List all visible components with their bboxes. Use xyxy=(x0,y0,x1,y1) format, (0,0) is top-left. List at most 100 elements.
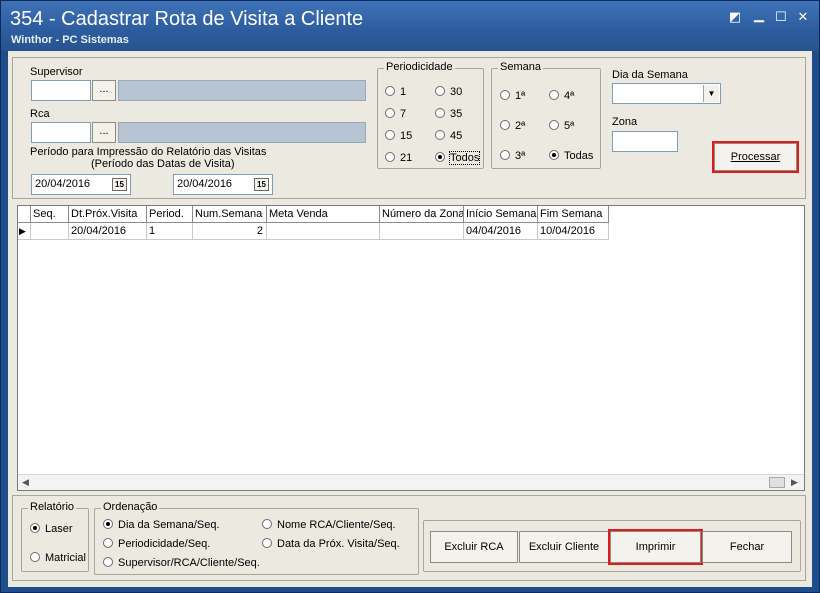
semana-option-todas[interactable]: Todas xyxy=(549,149,593,163)
col-fim-semana[interactable]: Fim Semana xyxy=(538,206,609,223)
radio-selected-icon xyxy=(435,152,445,162)
supervisor-code-input[interactable] xyxy=(31,80,91,101)
cell-num-semana[interactable]: 2 xyxy=(193,223,267,240)
app-window: 354 - Cadastrar Rota de Visita a Cliente… xyxy=(0,0,820,593)
semana-option-1[interactable]: 1ª xyxy=(500,89,525,103)
col-seq[interactable]: Seq. xyxy=(31,206,69,223)
scroll-left-icon[interactable]: ◀ xyxy=(22,477,29,488)
bottom-panel: Relatório Laser Matricial Ordenação Dia … xyxy=(12,495,806,581)
option-label: 5ª xyxy=(564,120,575,132)
calendar-start-icon[interactable]: 15 xyxy=(112,178,127,191)
periodicidade-option-30[interactable]: 30 xyxy=(435,85,462,99)
semana-title: Semana xyxy=(498,61,543,73)
ordenacao-option-dia-semana[interactable]: Dia da Semana/Seq. xyxy=(103,518,220,532)
row-indicator-header xyxy=(18,206,31,223)
cell-numero-zona[interactable] xyxy=(380,223,464,240)
semana-option-3[interactable]: 3ª xyxy=(500,149,525,163)
semana-option-2[interactable]: 2ª xyxy=(500,119,525,133)
ordenacao-option-supervisor[interactable]: Supervisor/RCA/Cliente/Seq. xyxy=(103,556,260,570)
cell-fim-semana[interactable]: 10/04/2016 xyxy=(538,223,609,240)
rca-code-input[interactable] xyxy=(31,122,91,143)
dia-semana-select[interactable]: ▼ xyxy=(612,83,721,104)
zona-input[interactable] xyxy=(612,131,678,152)
radio-icon xyxy=(262,538,272,548)
ordenacao-option-data-prox-visita[interactable]: Data da Próx. Visita/Seq. xyxy=(262,537,400,551)
supervisor-lookup-button[interactable]: ... xyxy=(92,80,116,101)
col-period[interactable]: Period. xyxy=(147,206,193,223)
semana-option-4[interactable]: 4ª xyxy=(549,89,574,103)
rca-name-field xyxy=(118,122,366,143)
cell-period[interactable]: 1 xyxy=(147,223,193,240)
col-dt-prox-visita[interactable]: Dt.Próx.Visita xyxy=(69,206,147,223)
col-numero-zona[interactable]: Número da Zona xyxy=(380,206,464,223)
title-bar[interactable]: 354 - Cadastrar Rota de Visita a Cliente… xyxy=(1,1,819,51)
periodicidade-option-7[interactable]: 7 xyxy=(385,107,406,121)
radio-icon xyxy=(385,152,395,162)
chevron-down-icon[interactable]: ▼ xyxy=(703,85,719,102)
supervisor-label: Supervisor xyxy=(30,66,83,78)
semana-option-5[interactable]: 5ª xyxy=(549,119,574,133)
cell-seq[interactable] xyxy=(31,223,69,240)
radio-icon xyxy=(549,90,559,100)
radio-icon xyxy=(385,86,395,96)
scroll-thumb[interactable] xyxy=(769,477,785,488)
col-meta-venda[interactable]: Meta Venda xyxy=(267,206,380,223)
excluir-rca-button[interactable]: Excluir RCA xyxy=(430,531,518,563)
option-label: Supervisor/RCA/Cliente/Seq. xyxy=(118,557,260,569)
option-label: 30 xyxy=(450,86,463,98)
radio-icon xyxy=(30,552,40,562)
relatorio-option-matricial[interactable]: Matricial xyxy=(30,551,86,565)
ordenacao-option-periodicidade[interactable]: Periodicidade/Seq. xyxy=(103,537,210,551)
dia-semana-label: Dia da Semana xyxy=(612,69,688,81)
periodicidade-option-45[interactable]: 45 xyxy=(435,129,462,143)
period-sublabel: (Período das Datas de Visita) xyxy=(91,158,235,170)
periodicidade-option-1[interactable]: 1 xyxy=(385,85,406,99)
cell-dt-prox-visita[interactable]: 20/04/2016 xyxy=(69,223,147,240)
radio-icon xyxy=(435,86,445,96)
excluir-cliente-button[interactable]: Excluir Cliente xyxy=(519,531,609,563)
relatorio-option-laser[interactable]: Laser xyxy=(30,522,73,536)
rca-lookup-button[interactable]: ... xyxy=(92,122,116,143)
cell-meta-venda[interactable] xyxy=(267,223,380,240)
radio-icon xyxy=(435,130,445,140)
row-pointer-icon: ▶ xyxy=(18,223,31,240)
close-icon[interactable]: ✕ xyxy=(795,9,811,25)
option-label: Periodicidade/Seq. xyxy=(118,538,211,550)
visits-grid[interactable]: Seq. Dt.Próx.Visita Period. Num.Semana M… xyxy=(17,205,805,491)
ordenacao-option-nome-rca[interactable]: Nome RCA/Cliente/Seq. xyxy=(262,518,396,532)
client-area: Supervisor ... Rca ... Período para Impr… xyxy=(8,51,812,587)
scroll-right-icon[interactable]: ▶ xyxy=(791,477,798,488)
option-label: Laser xyxy=(45,523,73,535)
option-label: 45 xyxy=(450,130,463,142)
periodicidade-option-35[interactable]: 35 xyxy=(435,107,462,121)
semana-group: Semana 1ª 4ª 2ª 5ª 3ª Todas xyxy=(491,61,601,169)
window-title: 354 - Cadastrar Rota de Visita a Cliente xyxy=(10,8,364,30)
radio-icon xyxy=(385,108,395,118)
col-num-semana[interactable]: Num.Semana xyxy=(193,206,267,223)
option-label: 1 xyxy=(400,86,407,98)
periodicidade-option-21[interactable]: 21 xyxy=(385,151,412,165)
radio-icon xyxy=(500,120,510,130)
option-label: Todos xyxy=(448,151,481,165)
period-label: Período para Impressão do Relatório das … xyxy=(30,146,267,158)
col-inicio-semana[interactable]: Início Semana xyxy=(464,206,538,223)
radio-icon xyxy=(385,130,395,140)
periodicidade-group: Periodicidade 1 30 7 35 15 45 21 Todos xyxy=(377,61,484,169)
periodicidade-option-15[interactable]: 15 xyxy=(385,129,412,143)
periodicidade-option-todos[interactable]: Todos xyxy=(435,151,481,165)
minimize-icon[interactable]: ▁ xyxy=(751,7,767,23)
zona-label: Zona xyxy=(612,116,638,128)
option-label: Nome RCA/Cliente/Seq. xyxy=(277,519,396,531)
option-label: 35 xyxy=(450,108,463,120)
calendar-end-icon[interactable]: 15 xyxy=(254,178,269,191)
ordenacao-title: Ordenação xyxy=(101,501,160,513)
cell-inicio-semana[interactable]: 04/04/2016 xyxy=(464,223,538,240)
fechar-button[interactable]: Fechar xyxy=(702,531,792,563)
imprimir-button[interactable]: Imprimir xyxy=(608,529,703,565)
horizontal-scrollbar[interactable]: ◀ ▶ xyxy=(18,474,804,490)
restore-layout-icon[interactable]: ◩ xyxy=(727,9,743,25)
ordenacao-group: Ordenação Dia da Semana/Seq. Nome RCA/Cl… xyxy=(94,501,419,575)
maximize-icon[interactable]: ☐ xyxy=(773,9,789,25)
processar-button[interactable]: Processar xyxy=(712,141,799,173)
option-label: Data da Próx. Visita/Seq. xyxy=(277,538,400,550)
